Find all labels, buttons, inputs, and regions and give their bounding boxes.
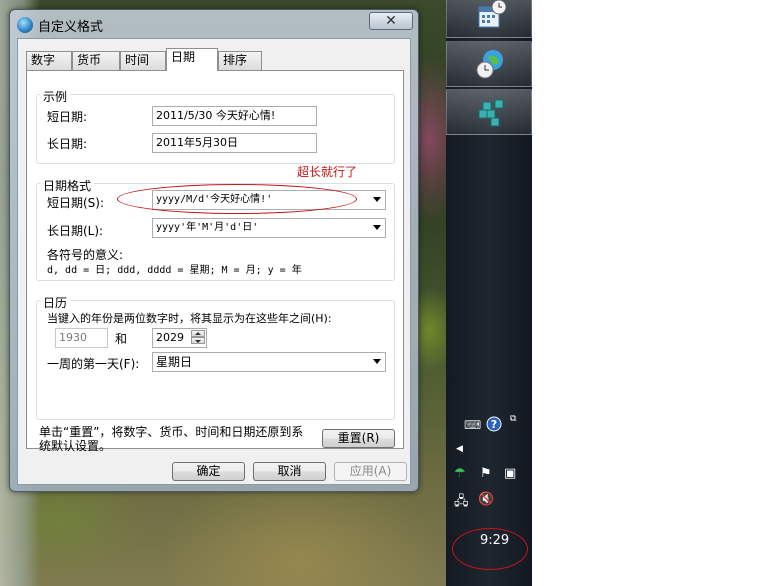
example-group [36,94,395,164]
dialog-title: 自定义格式 [38,20,104,35]
annotation-text: 超长就行了 [297,165,358,179]
short-date-format-label: 短日期(S): [47,196,105,210]
year-from-field: 1930 [55,328,108,348]
tab-date[interactable]: 日期 [166,48,218,71]
long-date-format-combo[interactable]: yyyy'年'M'月'd'日' [152,218,386,238]
tab-sort[interactable]: 排序 [218,51,262,70]
first-day-label: 一周的第一天(F): [47,357,140,371]
registry-cubes-icon [475,96,507,136]
example-group-title: 示例 [40,88,71,105]
taskbar-button-registry[interactable] [446,89,532,135]
globe-icon [17,17,33,33]
taskbar: ⌨ ? ⧉ ◀ ☂ ⚑ ▣ 🖧 🔇 [446,0,532,586]
dialog-client-area: 数字 货币 时间 日期 排序 示例 短日期: 2011/5/30 今天好心情! … [17,38,411,485]
close-button[interactable]: ✕ [369,12,413,30]
long-date-format-label: 长日期(L): [47,224,104,238]
svg-text:?: ? [491,418,497,431]
taskbar-button-calendar[interactable] [446,0,532,38]
chevron-down-icon [373,225,381,230]
tab-time[interactable]: 时间 [120,51,166,70]
annotation-ellipse [117,184,357,214]
speaker-muted-icon[interactable]: 🔇 [478,492,494,507]
tab-currency[interactable]: 货币 [72,51,120,70]
and-label: 和 [115,332,128,346]
spin-up-icon[interactable] [191,330,205,337]
symbol-meaning-text: d, dd = 日; ddd, dddd = 星期; M = 月; y = 年 [47,265,302,276]
globe-clock-icon [475,48,507,88]
keyboard-icon[interactable]: ⌨ [464,418,481,432]
clock-annotation-ellipse [452,528,528,570]
two-digit-year-label: 当键入的年份是两位数字时，将其显示为在这些年之间(H): [47,312,332,325]
spin-down-icon[interactable] [191,337,205,344]
example-long-value: 2011年5月30日 [152,133,317,153]
calendar-clock-icon [475,0,507,39]
apply-button[interactable]: 应用(A) [334,462,407,481]
restore-icon[interactable]: ⧉ [510,414,516,424]
umbrella-icon[interactable]: ☂ [454,466,466,481]
date-tab-panel: 示例 短日期: 2011/5/30 今天好心情! 长日期: 2011年5月30日… [26,70,404,453]
date-format-group-title: 日期格式 [40,177,95,194]
example-short-value: 2011/5/30 今天好心情! [152,106,317,126]
year-to-spinner[interactable]: 2029 [152,328,207,348]
example-short-label: 短日期: [47,110,88,124]
calendar-group-title: 日历 [40,294,71,311]
year-to-value: 2029 [156,331,184,344]
custom-format-dialog: 自定义格式 ✕ 数字 货币 时间 日期 排序 示例 短日期: 2011/5/30… [9,9,419,492]
title-bar[interactable]: 自定义格式 ✕ [10,10,418,38]
first-day-value: 星期日 [156,355,193,369]
spinner-buttons[interactable] [191,330,205,346]
taskbar-button-region[interactable] [446,41,532,87]
reset-button[interactable]: 重置(R) [322,429,395,448]
help-icon[interactable]: ? [486,416,502,436]
example-long-label: 长日期: [47,137,88,151]
expand-arrow-icon[interactable]: ◀ [456,444,463,454]
flag-icon[interactable]: ⚑ [480,466,492,481]
cancel-button[interactable]: 取消 [253,462,326,481]
network-icon[interactable]: 🖧 [454,492,469,514]
long-date-format-value: yyyy'年'M'月'd'日' [156,222,259,233]
ok-button[interactable]: 确定 [172,462,245,481]
device-icon[interactable]: ▣ [504,466,516,481]
first-day-combo[interactable]: 星期日 [152,352,386,372]
tab-numbers[interactable]: 数字 [26,51,72,70]
reset-description-line2: 统默认设置。 [39,439,112,453]
chevron-down-icon [373,359,381,364]
chevron-down-icon [373,197,381,202]
